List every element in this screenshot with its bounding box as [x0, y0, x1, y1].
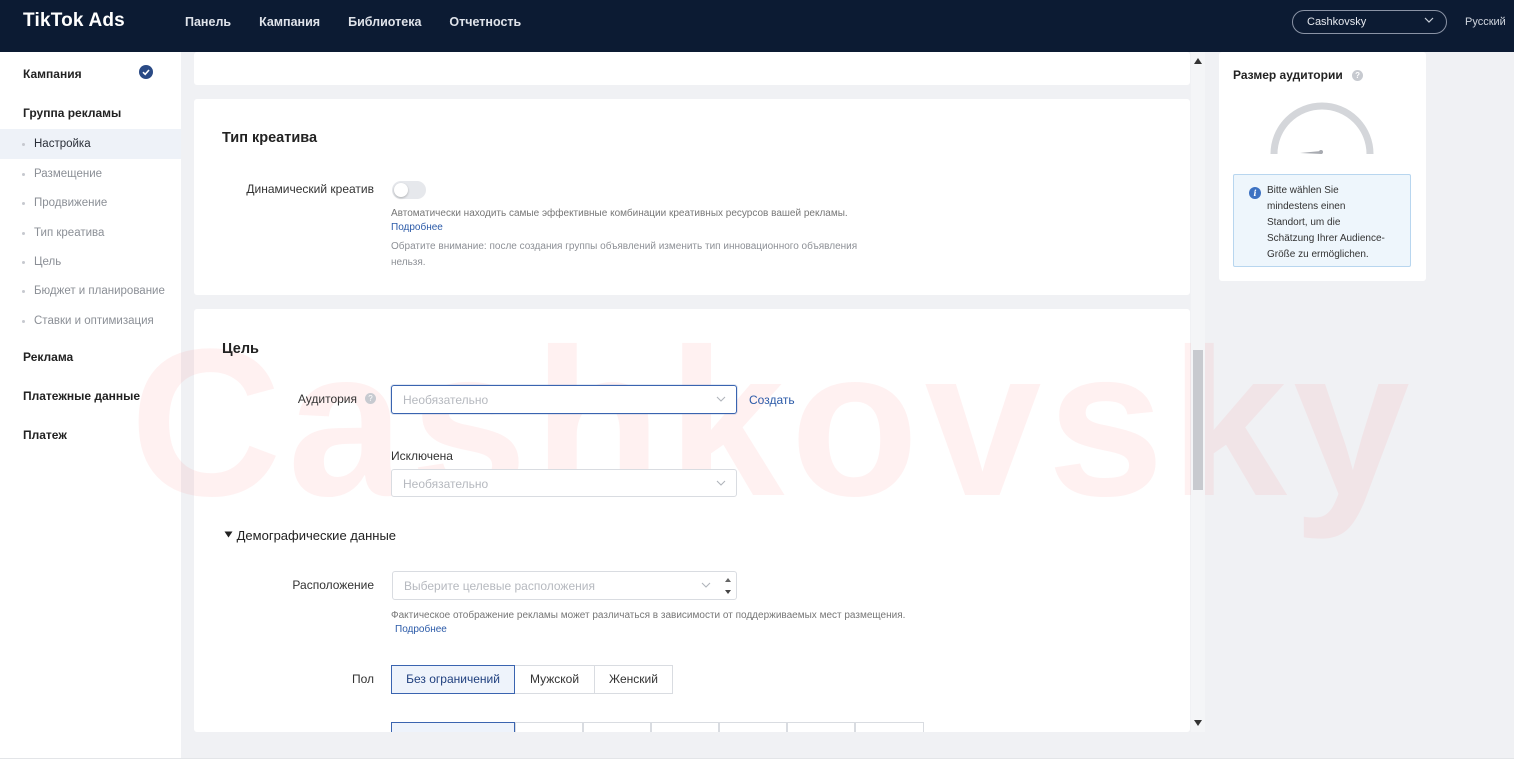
- chevron-down-icon: [716, 396, 726, 402]
- age-option[interactable]: [787, 722, 855, 732]
- chevron-down-icon: [1424, 17, 1434, 23]
- sidebar-item-payment[interactable]: Платеж: [23, 428, 67, 442]
- demographics-title: Демографические данные: [236, 528, 397, 543]
- age-option[interactable]: [651, 722, 719, 732]
- bottom-bar: [0, 758, 1514, 767]
- gender-option-female[interactable]: Женский: [594, 665, 673, 694]
- help-icon[interactable]: ?: [1352, 70, 1364, 81]
- chevron-down-icon: [716, 480, 726, 486]
- age-option[interactable]: [515, 722, 583, 732]
- target-title: Цель: [222, 341, 259, 357]
- age-option[interactable]: [719, 722, 787, 732]
- location-label: Расположение: [292, 578, 374, 592]
- location-select[interactable]: Выберите целевые расположения: [392, 571, 737, 600]
- sidebar-item-billing[interactable]: Платежные данные: [23, 389, 140, 403]
- excluded-label: Исключена: [391, 449, 453, 463]
- sidebar-subitem-setup[interactable]: Настройка: [0, 129, 181, 159]
- audience-label: Аудитория: [297, 392, 357, 406]
- audience-gauge: [1270, 102, 1374, 155]
- location-learn-more-link[interactable]: Подробнее: [395, 624, 447, 635]
- help-icon[interactable]: ?: [365, 393, 376, 404]
- create-audience-link[interactable]: Создать: [749, 393, 795, 407]
- sidebar-item-campaign[interactable]: Кампания: [23, 67, 82, 81]
- sidebar: Кампания Группа рекламы Настройка Размещ…: [0, 52, 181, 767]
- audience-size-title: Размер аудитории ?: [1233, 68, 1364, 82]
- main-nav: Панель Кампания Библиотека Отчетность: [185, 15, 549, 29]
- nav-campaign[interactable]: Кампания: [259, 15, 320, 29]
- scrollbar-thumb[interactable]: [1193, 350, 1203, 490]
- account-name: Cashkovsky: [1307, 16, 1367, 28]
- audience-info-box: i Bitte wählen Sie mindestens einen Stan…: [1233, 174, 1411, 267]
- sidebar-subitem-promotion[interactable]: Продвижение: [0, 188, 181, 218]
- scroll-up-icon[interactable]: [1194, 58, 1202, 64]
- sidebar-item-ad[interactable]: Реклама: [23, 350, 73, 364]
- nav-library[interactable]: Библиотека: [348, 15, 421, 29]
- tiktok-ads-logo[interactable]: TikTok Ads: [23, 10, 125, 32]
- sidebar-subitem-budget[interactable]: Бюджет и планирование: [0, 276, 181, 306]
- dynamic-creative-toggle[interactable]: [392, 181, 426, 199]
- audience-size-panel: Размер аудитории ? i Bitte wählen Sie mi…: [1219, 52, 1426, 281]
- creative-learn-more-link[interactable]: Подробнее: [391, 222, 443, 233]
- previous-section-card: [194, 52, 1190, 85]
- account-selector[interactable]: Cashkovsky: [1292, 10, 1447, 34]
- nav-reporting[interactable]: Отчетность: [449, 15, 521, 29]
- dynamic-creative-description: Автоматически находить самые эффективные…: [391, 208, 848, 219]
- scroll-down-icon[interactable]: [1194, 720, 1202, 726]
- gender-option-male[interactable]: Мужской: [514, 665, 595, 694]
- stepper-arrows-icon[interactable]: [724, 575, 732, 597]
- language-selector[interactable]: Русский: [1465, 16, 1506, 28]
- dynamic-creative-label: Динамический креатив: [246, 182, 374, 196]
- creative-note-line1: Обратите внимание: после создания группы…: [391, 241, 858, 252]
- info-icon: i: [1249, 187, 1261, 199]
- age-option[interactable]: [391, 722, 515, 732]
- audience-select[interactable]: Необязательно: [391, 385, 737, 414]
- nav-dashboard[interactable]: Панель: [185, 15, 231, 29]
- check-icon: [139, 65, 153, 79]
- age-option[interactable]: [583, 722, 651, 732]
- top-bar: TikTok Ads Панель Кампания Библиотека От…: [0, 0, 1514, 52]
- main-scrollbar[interactable]: [1191, 52, 1205, 732]
- gender-label: Пол: [351, 672, 374, 686]
- age-option[interactable]: [855, 722, 924, 732]
- location-note: Фактическое отображение рекламы может ра…: [391, 610, 906, 621]
- audience-info-text: Bitte wählen Sie mindestens einen Stando…: [1267, 185, 1385, 260]
- caret-down-icon: [224, 531, 233, 538]
- sidebar-subitem-bidding[interactable]: Ставки и оптимизация: [0, 306, 181, 336]
- target-card: [194, 309, 1190, 732]
- age-options-row: [391, 722, 924, 732]
- sidebar-subitem-target[interactable]: Цель: [0, 247, 181, 277]
- sidebar-item-ad-group[interactable]: Группа рекламы: [23, 106, 121, 120]
- sidebar-subitem-placement[interactable]: Размещение: [0, 159, 181, 189]
- gender-option-any[interactable]: Без ограничений: [391, 665, 515, 694]
- excluded-audience-select[interactable]: Необязательно: [391, 469, 737, 497]
- creative-type-card: [194, 99, 1190, 295]
- creative-type-title: Тип креатива: [222, 130, 318, 146]
- sidebar-subitem-creative-type[interactable]: Тип креатива: [0, 218, 181, 248]
- creative-note-line2: нельзя.: [391, 257, 426, 268]
- demographics-toggle[interactable]: Демографические данные: [224, 528, 396, 543]
- chevron-down-icon: [701, 582, 711, 588]
